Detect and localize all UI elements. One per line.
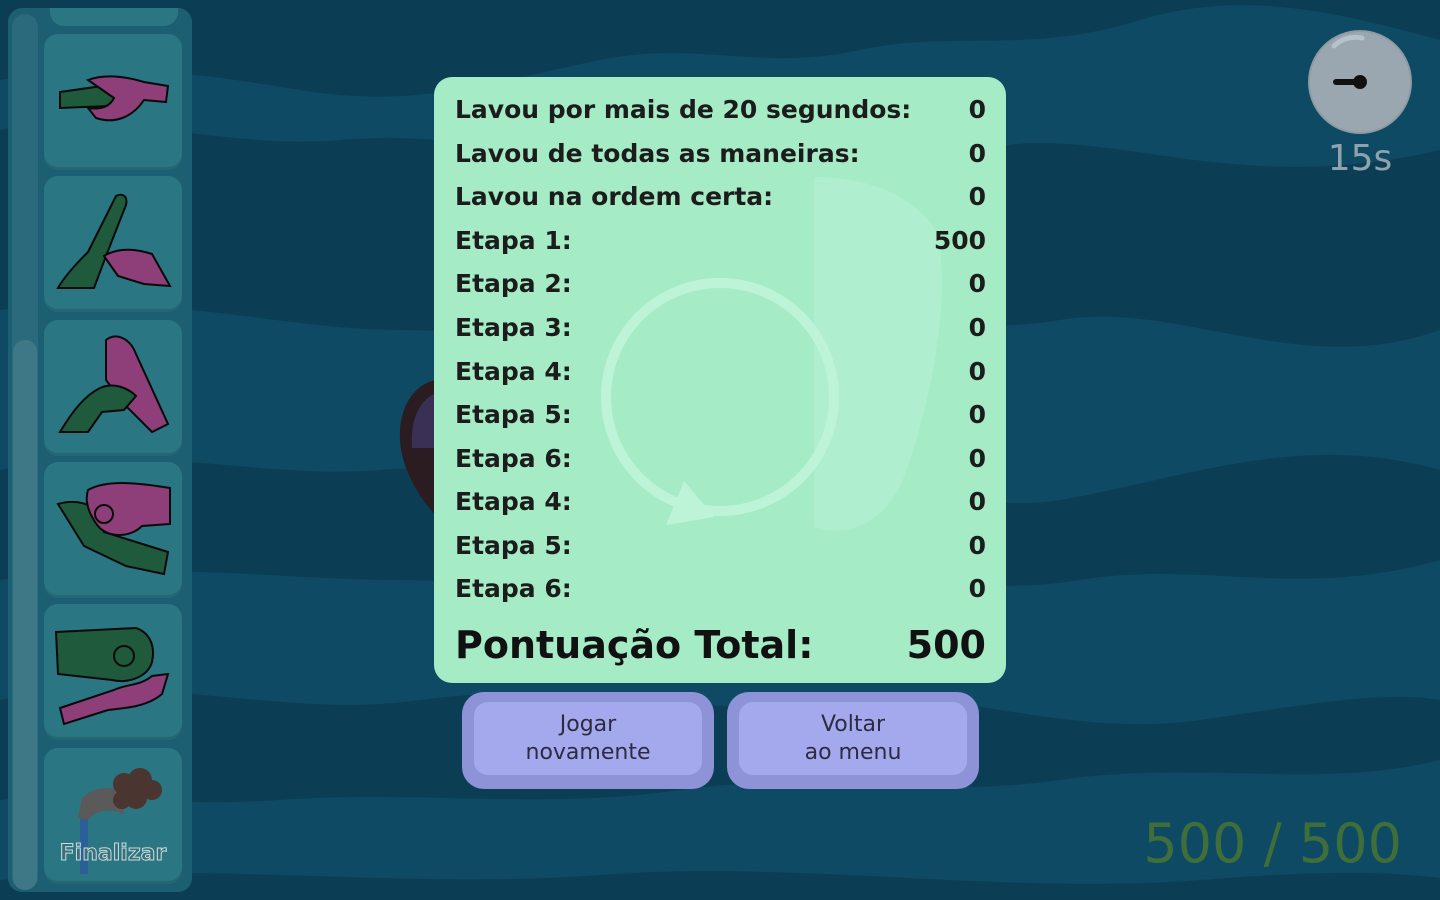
sidebar-scrollbar-thumb[interactable] <box>13 340 37 890</box>
result-label: Lavou na ordem certa: <box>455 181 774 211</box>
step-button-1[interactable] <box>44 34 182 170</box>
result-label: Etapa 4: <box>455 486 572 516</box>
step-button-3[interactable] <box>44 320 182 456</box>
sidebar-item-partial[interactable] <box>50 8 178 26</box>
result-label: Etapa 1: <box>455 225 572 255</box>
result-value: 0 <box>968 486 986 516</box>
result-label: Etapa 3: <box>455 312 572 342</box>
result-row-step-4: Etapa 4: 0 <box>455 353 986 389</box>
result-value: 0 <box>968 530 986 560</box>
result-label: Etapa 5: <box>455 530 572 560</box>
result-value: 500 <box>933 225 986 255</box>
result-value: 0 <box>968 268 986 298</box>
result-label: Lavou por mais de 20 segundos: <box>455 94 912 124</box>
handwash-palms-icon <box>59 75 170 122</box>
result-value: 0 <box>968 573 986 603</box>
result-row-step-1: Etapa 1: 500 <box>455 222 986 258</box>
result-row-step-6: Etapa 6: 0 <box>455 440 986 476</box>
result-row-step-5: Etapa 5: 0 <box>455 396 986 432</box>
result-label: Lavou de todas as maneiras: <box>455 138 860 168</box>
result-row-right-order: Lavou na ordem certa: 0 <box>455 178 986 214</box>
score-counter: 500 / 500 <box>1143 812 1402 875</box>
step-button-4[interactable] <box>44 462 182 598</box>
result-row-over-20-seconds: Lavou por mais de 20 segundos: 0 <box>455 91 986 127</box>
result-label: Etapa 6: <box>455 573 572 603</box>
total-score-label: Pontuação Total: <box>455 623 814 667</box>
finalize-button[interactable]: Finalizar <box>44 748 182 884</box>
result-value: 0 <box>968 356 986 386</box>
handwash-back-of-hand-icon <box>56 193 172 289</box>
result-row-step-6-repeat: Etapa 6: 0 <box>455 570 986 606</box>
result-row-step-4-repeat: Etapa 4: 0 <box>455 483 986 519</box>
result-row-step-3: Etapa 3: 0 <box>455 309 986 345</box>
total-score-value: 500 <box>906 623 986 667</box>
result-label: Etapa 4: <box>455 356 572 386</box>
finalize-label: Finalizar <box>59 841 167 867</box>
result-label: Etapa 2: <box>455 268 572 298</box>
result-value: 0 <box>968 443 986 473</box>
step-button-2[interactable] <box>44 176 182 312</box>
back-to-menu-button[interactable]: Voltar ao menu <box>727 692 979 789</box>
result-value: 0 <box>968 94 986 124</box>
result-value: 0 <box>968 399 986 429</box>
results-panel: Lavou por mais de 20 segundos: 0 Lavou d… <box>434 77 1006 683</box>
handwash-fingertips-icon <box>56 482 171 576</box>
result-row-all-ways: Lavou de todas as maneiras: 0 <box>455 135 986 171</box>
result-value: 0 <box>968 312 986 342</box>
result-label: Etapa 6: <box>455 443 572 473</box>
play-again-label: Jogar novamente <box>525 711 651 765</box>
handwash-fingers-interlaced-icon <box>58 335 170 434</box>
play-again-button[interactable]: Jogar novamente <box>462 692 714 789</box>
timer-text: 15s <box>1327 138 1393 179</box>
stopwatch-icon <box>1308 30 1412 134</box>
result-row-step-2: Etapa 2: 0 <box>455 265 986 301</box>
result-label: Etapa 5: <box>455 399 572 429</box>
result-value: 0 <box>968 181 986 211</box>
result-row-step-5-repeat: Etapa 5: 0 <box>455 527 986 563</box>
handwash-thumbs-icon <box>54 626 170 726</box>
result-value: 0 <box>968 138 986 168</box>
back-to-menu-label: Voltar ao menu <box>804 711 902 765</box>
step-button-5[interactable] <box>44 604 182 740</box>
total-score-row: Pontuação Total: 500 <box>455 617 986 673</box>
